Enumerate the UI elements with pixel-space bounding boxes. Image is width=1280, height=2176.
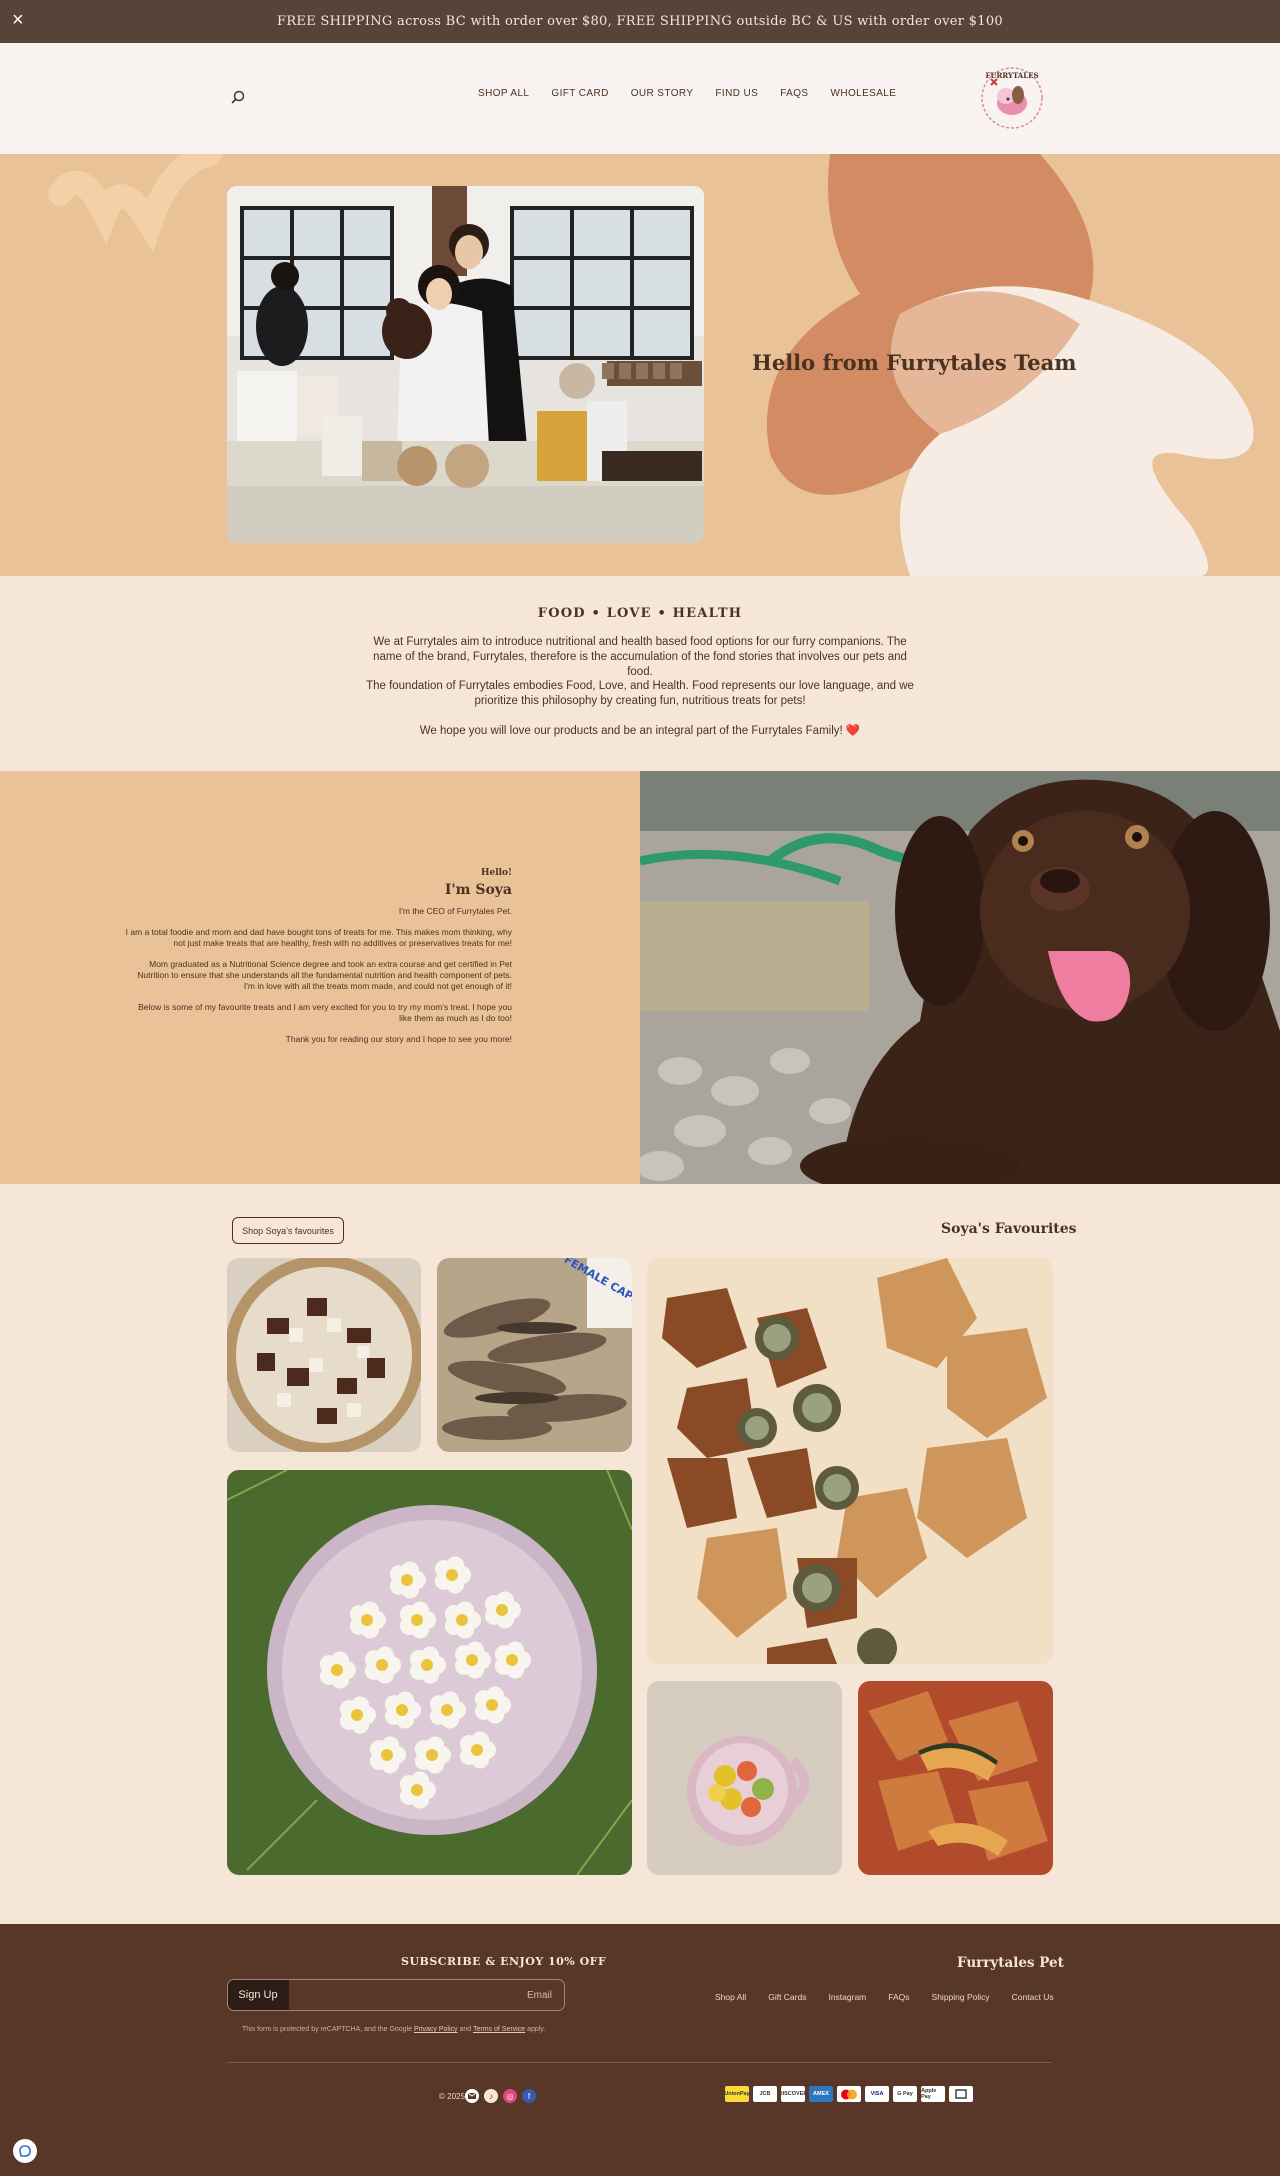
about-text: Hello! I'm Soya I'm the CEO of Furrytale… xyxy=(125,868,512,1055)
favourites-section: Soya's Favourites Shop Soya's favourites… xyxy=(0,1184,1280,1924)
team-photo xyxy=(227,186,704,543)
visa-icon: VISA xyxy=(865,2086,889,2102)
hero-section: Hello from Furrytales Team xyxy=(0,154,1280,576)
hero-title: Hello from Furrytales Team xyxy=(752,350,1077,375)
payment-icons: UnionPay JCB DISCOVER AMEX VISA G Pay Ap… xyxy=(725,2086,973,2102)
about-paragraph-5: Thank you for reading our story and I ho… xyxy=(285,1034,512,1044)
nav-our-story[interactable]: OUR STORY xyxy=(620,88,705,99)
close-icon[interactable]: × xyxy=(12,9,24,31)
about-name: I'm Soya xyxy=(444,882,512,898)
product-image-capelin[interactable]: FEMALE CAPELIN xyxy=(437,1258,632,1452)
footer-links: Shop All Gift Cards Instagram FAQs Shipp… xyxy=(704,1992,1065,2002)
about-hello: Hello! xyxy=(480,868,512,878)
about-text-panel: Hello! I'm Soya I'm the CEO of Furrytale… xyxy=(0,771,640,1184)
svg-text:FURRYTALES: FURRYTALES xyxy=(985,71,1038,80)
nav-faqs[interactable]: FAQS xyxy=(769,88,819,99)
tiktok-icon[interactable]: ♪ xyxy=(484,2089,498,2103)
recaptcha-notice: This form is protected by reCAPTCHA, and… xyxy=(242,2026,545,2033)
values-paragraph-3: We hope you will love our products and b… xyxy=(419,725,861,737)
values-heading: FOOD • LOVE • HEALTH xyxy=(537,606,743,621)
amex-icon: AMEX xyxy=(809,2086,833,2102)
nav-gift-card[interactable]: GIFT CARD xyxy=(540,88,619,99)
about-paragraph-2: I am a total foodie and mom and dad have… xyxy=(125,927,512,948)
product-image-pumpkin-jerky[interactable] xyxy=(858,1681,1053,1875)
footer-link-shipping-policy[interactable]: Shipping Policy xyxy=(921,1992,1001,2002)
product-image-chips[interactable] xyxy=(647,1258,1053,1664)
shop-favourites-button[interactable]: Shop Soya's favourites xyxy=(232,1217,344,1244)
terms-of-service-link[interactable]: Terms of Service xyxy=(473,2026,525,2033)
product-image-jerky-bowl[interactable] xyxy=(227,1258,421,1452)
privacy-policy-link[interactable]: Privacy Policy xyxy=(414,2026,458,2033)
apple-pay-icon: Apple Pay xyxy=(921,2086,945,2102)
favourites-title: Soya's Favourites xyxy=(941,1221,1077,1237)
values-paragraph-2: The foundation of Furrytales embodies Fo… xyxy=(366,680,914,707)
google-pay-icon: G Pay xyxy=(893,2086,917,2102)
nav-find-us[interactable]: FIND US xyxy=(704,88,769,99)
about-paragraph-3: Mom graduated as a Nutritional Science d… xyxy=(137,959,512,991)
furrytales-logo[interactable]: FURRYTALES xyxy=(979,65,1045,131)
nav-shop-all[interactable]: SHOP ALL xyxy=(467,88,540,99)
about-paragraph-4: Below is some of my favourite treats and… xyxy=(138,1002,512,1023)
about-soya-section: Hello! I'm Soya I'm the CEO of Furrytale… xyxy=(0,771,1280,1184)
jcb-icon: JCB xyxy=(753,2086,777,2102)
subscribe-title: SUBSCRIBE & ENJOY 10% OFF xyxy=(401,1955,607,1968)
announcement-text: FREE SHIPPING across BC with order over … xyxy=(277,14,1003,29)
captcha-text-b: and xyxy=(457,2026,473,2033)
discover-icon: DISCOVER xyxy=(781,2086,805,2102)
footer-link-contact-us[interactable]: Contact Us xyxy=(1001,1992,1065,2002)
copyright: © 2025 xyxy=(439,2092,465,2101)
product-image-flower-treats[interactable] xyxy=(227,1470,632,1875)
facebook-icon[interactable]: f xyxy=(522,2089,536,2103)
site-header: FURRYTALES SHOP ALL GIFT CARD OUR STORY … xyxy=(0,43,1280,154)
footer-brand: Furrytales Pet xyxy=(957,1955,1064,1971)
mastercard-icon xyxy=(837,2086,861,2102)
chat-widget-icon[interactable] xyxy=(13,2139,37,2163)
footer-link-faqs[interactable]: FAQs xyxy=(877,1992,920,2002)
footer-divider xyxy=(227,2062,1052,2063)
announcement-bar: × FREE SHIPPING across BC with order ove… xyxy=(0,0,1280,43)
values-section: FOOD • LOVE • HEALTH We at Furrytales ai… xyxy=(0,576,1280,771)
footer-link-gift-cards[interactable]: Gift Cards xyxy=(757,1992,817,2002)
search-icon[interactable] xyxy=(230,89,246,105)
soya-dog-photo xyxy=(640,771,1280,1184)
main-nav: SHOP ALL GIFT CARD OUR STORY FIND US FAQ… xyxy=(467,88,907,99)
email-icon[interactable] xyxy=(465,2089,479,2103)
nav-wholesale[interactable]: WHOLESALE xyxy=(819,88,907,99)
product-image-mug-treats[interactable] xyxy=(647,1681,842,1875)
values-paragraph-1: We at Furrytales aim to introduce nutrit… xyxy=(373,636,907,678)
subscribe-form: Sign Up xyxy=(227,1979,565,2011)
email-field[interactable] xyxy=(289,1980,564,2010)
sign-up-button[interactable]: Sign Up xyxy=(228,1980,289,2010)
footer-link-shop-all[interactable]: Shop All xyxy=(704,1992,757,2002)
instagram-icon[interactable]: ◎ xyxy=(503,2089,517,2103)
captcha-text-a: This form is protected by reCAPTCHA, and… xyxy=(242,2026,414,2033)
footer-link-instagram[interactable]: Instagram xyxy=(817,1992,877,2002)
site-footer: Furrytales Pet Shop All Gift Cards Insta… xyxy=(0,1924,1280,2176)
about-paragraph-1: I'm the CEO of Furrytales Pet. xyxy=(398,906,512,916)
unionpay-icon: UnionPay xyxy=(725,2086,749,2102)
captcha-text-c: apply. xyxy=(525,2026,546,2033)
shop-pay-icon xyxy=(949,2086,973,2102)
social-icons: ♪ ◎ f xyxy=(465,2089,536,2103)
